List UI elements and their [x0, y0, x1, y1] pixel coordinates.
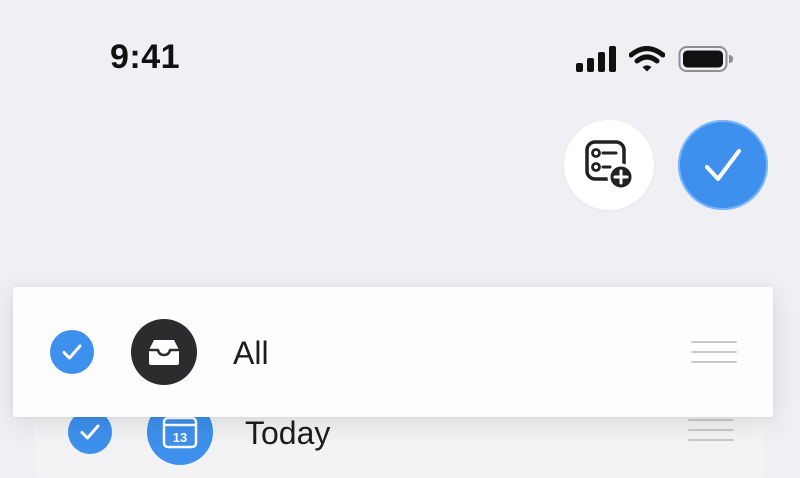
status-bar: 9:41 [0, 0, 800, 110]
today-label: Today [245, 415, 331, 451]
list-add-icon [585, 140, 635, 191]
all-label: All [233, 335, 269, 371]
tray-icon [131, 319, 197, 385]
done-button[interactable] [678, 120, 768, 210]
status-icons [576, 45, 734, 73]
all-checkbox[interactable] [50, 330, 94, 374]
checkmark-icon [705, 149, 741, 181]
all-row[interactable]: All [13, 312, 773, 392]
add-list-button[interactable] [564, 120, 654, 210]
wifi-icon [629, 46, 665, 72]
drag-handle-icon[interactable] [691, 341, 737, 365]
cellular-signal-icon [576, 46, 616, 72]
checkmark-icon [62, 344, 82, 360]
checkmark-icon [80, 424, 100, 440]
status-time: 9:41 [110, 38, 181, 76]
battery-icon [678, 46, 733, 72]
drag-handle-icon[interactable] [688, 419, 734, 443]
calendar-date: 13 [173, 430, 187, 445]
list-row-all[interactable]: All [13, 287, 773, 417]
